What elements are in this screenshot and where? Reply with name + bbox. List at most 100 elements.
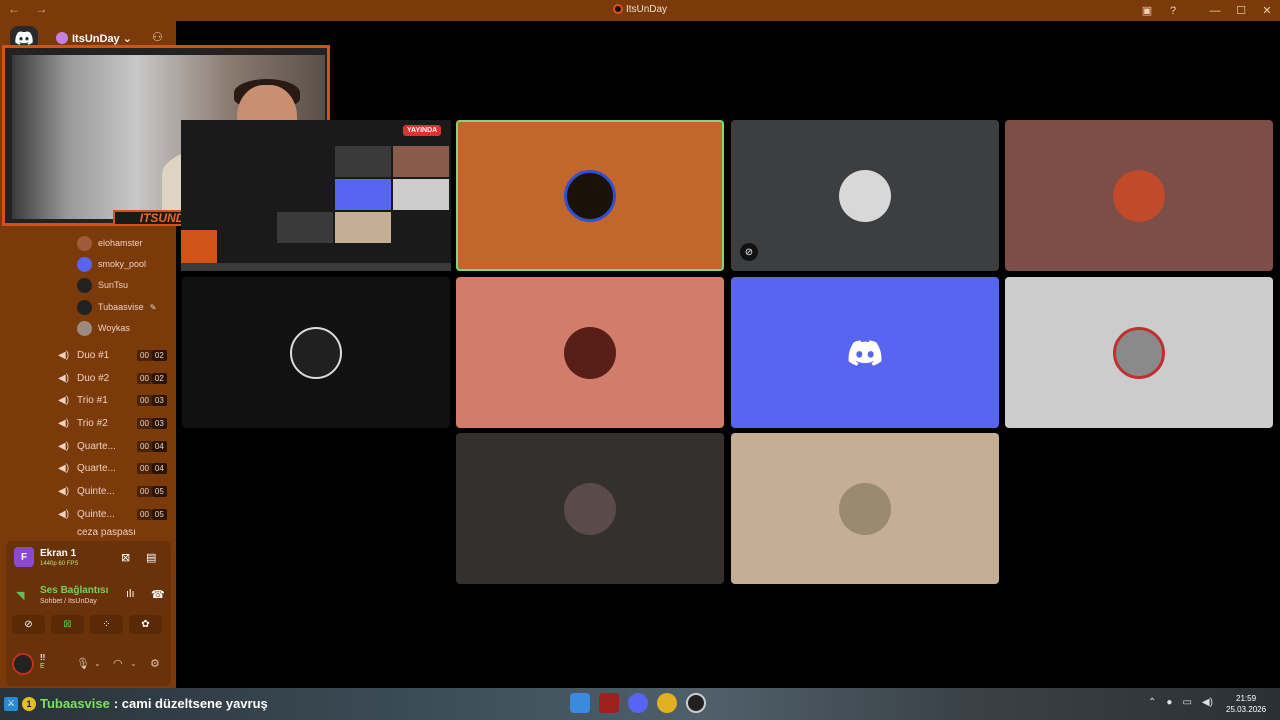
participant-avatar (1113, 326, 1165, 379)
member-name: smoky_pool (98, 259, 147, 269)
participant-tile[interactable] (456, 120, 724, 271)
member-item[interactable]: Woykas (77, 319, 130, 337)
mic-tray-icon[interactable]: ● (1166, 697, 1172, 708)
participant-tile[interactable] (456, 277, 724, 428)
speaker-icon: ◀) (58, 417, 70, 429)
server-name: ItsUnDay ⌄ (72, 32, 132, 45)
microphone-icon[interactable]: 🎙 (76, 657, 90, 670)
member-avatar (77, 277, 92, 293)
preview-tile (335, 179, 391, 210)
settings-gear-icon[interactable]: ⚙ (150, 657, 160, 670)
signal-icon: ◥ (16, 590, 25, 602)
app-icon (612, 4, 623, 14)
voice-status[interactable]: Ses Bağlantısı K (40, 585, 110, 596)
participant-tile[interactable] (731, 433, 999, 584)
video-off-icon: ⊘ (740, 243, 758, 261)
participant-tile[interactable] (1005, 277, 1273, 428)
noise-suppression-icon[interactable]: ılı (126, 588, 135, 600)
stream-settings-icon[interactable]: ▤ (146, 551, 156, 564)
stop-stream-icon[interactable]: ⊠ (121, 551, 130, 564)
participant-avatar (564, 326, 616, 379)
voice-channel[interactable]: ◀) Trio #2 00 03 (58, 414, 170, 432)
discord-logo-icon (848, 339, 882, 366)
participant-tile[interactable] (182, 277, 450, 428)
user-count: 00 04 (137, 462, 167, 474)
chevron-up-icon[interactable]: ⌃ (1148, 697, 1156, 708)
close-button[interactable]: ✕ (1254, 4, 1280, 17)
user-count: 00 02 (137, 349, 167, 361)
participant-avatar (1113, 169, 1165, 222)
member-avatar (77, 256, 92, 272)
preview-tile (277, 212, 333, 243)
chat-message: : cami düzeltsene yavruş (113, 696, 268, 711)
voicemeeter-icon[interactable] (599, 693, 619, 713)
participant-tile[interactable] (1005, 120, 1273, 271)
member-item[interactable]: SunTsu (77, 276, 128, 294)
activities-button[interactable]: ⁘ (90, 615, 123, 634)
participant-tile[interactable]: ⊘ (731, 120, 999, 271)
channel-name: Quinte... (77, 508, 115, 520)
add-member-icon[interactable]: ⚇ (152, 30, 163, 44)
network-icon[interactable]: ▭ (1182, 697, 1191, 708)
member-avatar (77, 299, 92, 315)
member-name: SunTsu (98, 280, 129, 290)
chat-username: Tubaasvise (40, 696, 110, 711)
participant-avatar (564, 169, 616, 222)
voice-channel[interactable]: ◀) Quarte... 00 04 (58, 437, 170, 455)
user-count: 00 03 (137, 394, 167, 406)
voice-location[interactable]: Sohbet / ItsUnDay (40, 598, 97, 605)
inbox-icon[interactable]: ▣ (1134, 4, 1160, 17)
participant-tile[interactable] (456, 433, 724, 584)
chat-badge-icon: 1 (22, 696, 36, 711)
member-item[interactable]: elohamster (77, 234, 143, 252)
speaker-icon: ◀) (58, 508, 70, 520)
voice-action-buttons: ⊘ ⊠ ⁘ ✿ (12, 615, 162, 634)
headphones-icon[interactable]: ◠ (113, 657, 123, 670)
voice-channel[interactable]: ◀) Quarte... 00 04 (58, 459, 170, 477)
preview-tile (181, 230, 217, 263)
stream-preview[interactable]: YAYINDA (181, 120, 451, 271)
channel-name: Trio #2 (77, 417, 108, 429)
soundboard-button[interactable]: ✿ (129, 615, 162, 634)
obs-icon[interactable] (686, 693, 706, 713)
help-icon[interactable]: ? (1160, 5, 1186, 17)
voice-channel[interactable]: ◀) Duo #2 00 02 (58, 369, 170, 387)
minimize-button[interactable]: — (1202, 5, 1228, 17)
member-item[interactable]: Tubaasvise ✎ (77, 298, 156, 316)
user-avatar[interactable] (12, 653, 34, 675)
member-item[interactable]: smoky_pool (77, 255, 146, 273)
chrome-icon[interactable] (657, 693, 677, 713)
live-badge: YAYINDA (403, 125, 442, 136)
voice-channel[interactable]: ◀) Quinte... 00 05 (58, 482, 170, 500)
windows-start-icon[interactable] (570, 693, 590, 713)
voice-channel[interactable]: ◀) Quinte... 00 05 (58, 505, 170, 523)
channel-name: Trio #1 (77, 394, 108, 406)
channel-name: Duo #2 (77, 372, 110, 384)
clock-date: 25.03.2026 (1226, 705, 1267, 714)
window-title-text: ItsUnDay (625, 4, 668, 15)
screen-share-button[interactable]: ⊠ (51, 615, 84, 634)
chat-overlay: ⚔ 1 Tubaasvise : cami düzeltsene yavruş (4, 696, 268, 711)
user-status: E (40, 663, 45, 670)
taskbar-clock[interactable]: 21:59 25.03.2026 (1226, 693, 1266, 715)
chat-badge-icon: ⚔ (4, 696, 18, 711)
channel-name: Quinte... (77, 485, 115, 497)
volume-icon[interactable]: ◀) (1202, 697, 1213, 708)
camera-off-button[interactable]: ⊘ (12, 615, 45, 634)
voice-channel[interactable]: ceza paspası (58, 527, 170, 537)
voice-panel: F Ekran 1 1440p 60 FPS ⊠ ▤ ◥ Ses Bağlant… (6, 541, 171, 686)
chevron-down-icon[interactable]: ⌄ (94, 659, 101, 668)
speaker-icon: ◀) (58, 440, 70, 452)
maximize-button[interactable]: ☐ (1228, 4, 1254, 17)
member-avatar (77, 320, 92, 336)
discord-taskbar-icon[interactable] (628, 693, 648, 713)
voice-connection-row: ◥ Ses Bağlantısı K Sohbet / ItsUnDay ılı… (14, 583, 165, 609)
voice-channel[interactable]: ◀) Trio #1 00 03 (58, 391, 170, 409)
participant-tile[interactable] (731, 277, 999, 428)
chevron-down-icon[interactable]: ⌄ (130, 659, 137, 668)
user-count: 00 04 (137, 440, 167, 452)
server-icon (56, 32, 68, 44)
user-name: !! (40, 653, 46, 662)
disconnect-icon[interactable]: ☎ (151, 588, 165, 601)
voice-channel[interactable]: ◀) Duo #1 00 02 (58, 346, 170, 364)
